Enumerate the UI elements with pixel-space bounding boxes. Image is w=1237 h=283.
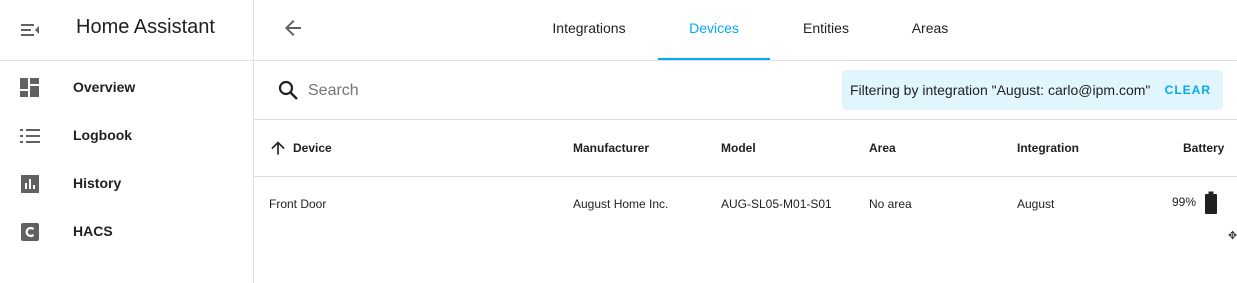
search-icon — [276, 78, 300, 102]
column-header-battery[interactable]: Battery — [1183, 141, 1224, 155]
column-header-area[interactable]: Area — [869, 141, 896, 155]
device-cell: Front Door — [269, 197, 327, 211]
tab-areas[interactable]: Areas — [890, 0, 970, 60]
dashboard-icon — [18, 76, 42, 100]
sidebar-item-label: Logbook — [73, 127, 133, 143]
integration-cell: August — [1017, 197, 1055, 211]
history-chart-icon — [18, 172, 42, 196]
battery-icon — [1200, 191, 1222, 215]
battery-cell: 99% — [1172, 195, 1197, 209]
menu-collapse-icon[interactable] — [18, 18, 42, 42]
search-bar: Filtering by integration "August: carlo@… — [254, 61, 1237, 120]
table-header: Device Manufacturer Model Area Integrati… — [254, 120, 1237, 177]
model-cell: AUG-SL05-M01-S01 — [721, 197, 832, 211]
column-header-model[interactable]: Model — [721, 141, 756, 155]
filter-banner: Filtering by integration "August: carlo@… — [842, 70, 1223, 110]
column-header-device[interactable]: Device — [293, 141, 332, 155]
sidebar-header: Home Assistant — [0, 0, 253, 61]
table-row[interactable]: Front Door August Home Inc. AUG-SL05-M01… — [254, 177, 1237, 229]
main-panel: Integrations Devices Entities Areas Filt… — [254, 0, 1237, 283]
sidebar-item-label: Overview — [73, 79, 136, 95]
sidebar-item-history[interactable]: History — [0, 162, 253, 206]
back-arrow-icon[interactable] — [281, 16, 305, 40]
filter-text: Filtering by integration "August: carlo@… — [850, 82, 1151, 98]
column-header-manufacturer[interactable]: Manufacturer — [573, 141, 649, 155]
sidebar: Home Assistant Overview Logbook History … — [0, 0, 254, 283]
tab-devices[interactable]: Devices — [658, 0, 770, 60]
manufacturer-cell: August Home Inc. — [573, 197, 669, 211]
sidebar-item-logbook[interactable]: Logbook — [0, 114, 253, 158]
sidebar-item-overview[interactable]: Overview — [0, 66, 253, 110]
logbook-icon — [18, 124, 42, 148]
tab-entities[interactable]: Entities — [782, 0, 870, 60]
top-toolbar: Integrations Devices Entities Areas — [254, 0, 1237, 61]
sort-ascending-icon[interactable] — [268, 138, 288, 158]
hacs-icon — [18, 220, 42, 244]
sidebar-item-label: History — [73, 175, 122, 191]
column-header-integration[interactable]: Integration — [1017, 141, 1079, 155]
search-input[interactable] — [306, 77, 710, 105]
app-title: Home Assistant — [76, 16, 215, 38]
sidebar-item-hacs[interactable]: HACS — [0, 210, 253, 254]
clear-filter-button[interactable]: CLEAR — [1165, 83, 1211, 97]
mouse-cursor-icon: ✥ — [1228, 230, 1237, 242]
tab-integrations[interactable]: Integrations — [538, 0, 640, 60]
sidebar-item-label: HACS — [73, 223, 113, 239]
area-cell: No area — [869, 197, 912, 211]
